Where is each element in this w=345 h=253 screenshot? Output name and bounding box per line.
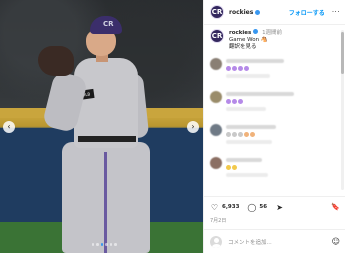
commenter-avatar[interactable] [210, 91, 222, 103]
comment-count: 56 [259, 204, 268, 210]
pitcher-cap: CR [90, 16, 122, 34]
carousel-dot [91, 243, 94, 246]
caption-body: rockies 1週間前 Game Won 🐴 翻訳を見る [229, 29, 282, 51]
comment-text-blurred [226, 158, 262, 162]
carousel-prev-button[interactable]: ‹ [3, 121, 15, 133]
author-username[interactable]: rockies [229, 9, 253, 16]
post-header: CR rockies フォローする ··· [204, 0, 345, 25]
comment-text-blurred [226, 125, 276, 129]
carousel-next-button[interactable]: › [187, 121, 199, 133]
pitcher-legs [62, 142, 150, 253]
carousel-dot [96, 243, 99, 246]
verified-badge-icon [253, 29, 259, 34]
comment-emoji-row [226, 132, 335, 137]
carousel-dots [84, 243, 124, 247]
comment-meta-blurred [226, 107, 266, 111]
pitcher-jersey [74, 58, 138, 148]
carousel-dot-active [100, 243, 103, 246]
like-heart-icon[interactable]: ♡ [210, 203, 219, 212]
author-avatar[interactable]: CR [210, 5, 224, 19]
comments-scrollbar[interactable] [341, 30, 344, 190]
like-count[interactable]: 6,933 [222, 204, 239, 210]
cap-logo: CR [103, 20, 114, 28]
pitcher-figure: MLB CR [38, 16, 168, 253]
viewer-avatar-icon [210, 235, 222, 248]
comment-item [210, 58, 335, 91]
carousel-dot [114, 243, 117, 246]
more-options-icon[interactable]: ··· [332, 8, 340, 16]
emoji-picker-icon[interactable]: ☺ [332, 237, 340, 246]
follow-button[interactable]: フォローする [289, 8, 325, 17]
bookmark-icon[interactable]: 🔖 [331, 203, 340, 212]
comment-bubble-icon[interactable]: ◯ [247, 203, 256, 212]
baseball-glove [38, 46, 74, 76]
comment-meta-blurred [226, 140, 272, 144]
comment-meta-blurred [226, 173, 268, 177]
comment-emoji-row [226, 165, 335, 170]
comment-item [210, 124, 335, 157]
carousel-dot [109, 243, 112, 246]
caption-text: Game Won 🐴 [229, 37, 268, 43]
commenter-avatar[interactable] [210, 58, 222, 70]
comment-item [210, 91, 335, 124]
comments-list [210, 58, 335, 190]
caption-avatar[interactable]: CR [210, 29, 224, 43]
comment-item [210, 157, 335, 190]
comment-emoji-row [226, 99, 335, 104]
post-media: MLB CR ‹ › [0, 0, 203, 253]
comment-input[interactable]: コメントを追加... [228, 238, 332, 246]
commenter-avatar[interactable] [210, 124, 222, 136]
commenter-avatar[interactable] [210, 157, 222, 169]
scrollbar-thumb[interactable] [341, 32, 344, 74]
comment-meta-blurred [226, 74, 270, 78]
pitcher-belt [78, 136, 136, 142]
caption-timestamp: 1週間前 [262, 30, 283, 36]
carousel-dot [105, 243, 108, 246]
post-side-panel: CR rockies フォローする ··· CR rockies 1週間前 Ga… [203, 0, 345, 253]
verified-badge-icon [255, 9, 261, 15]
post-caption: CR rockies 1週間前 Game Won 🐴 翻訳を見る [210, 29, 338, 51]
translate-link[interactable]: 翻訳を見る [229, 44, 282, 51]
comment-emoji-row [226, 66, 335, 71]
comment-text-blurred [226, 59, 284, 63]
comment-text-blurred [226, 92, 294, 96]
caption-username[interactable]: rockies [229, 30, 251, 36]
post-date: 7月2日 [210, 218, 227, 224]
share-icon[interactable]: ➤ [275, 203, 284, 212]
comment-composer: コメントを追加... ☺ [204, 229, 345, 253]
